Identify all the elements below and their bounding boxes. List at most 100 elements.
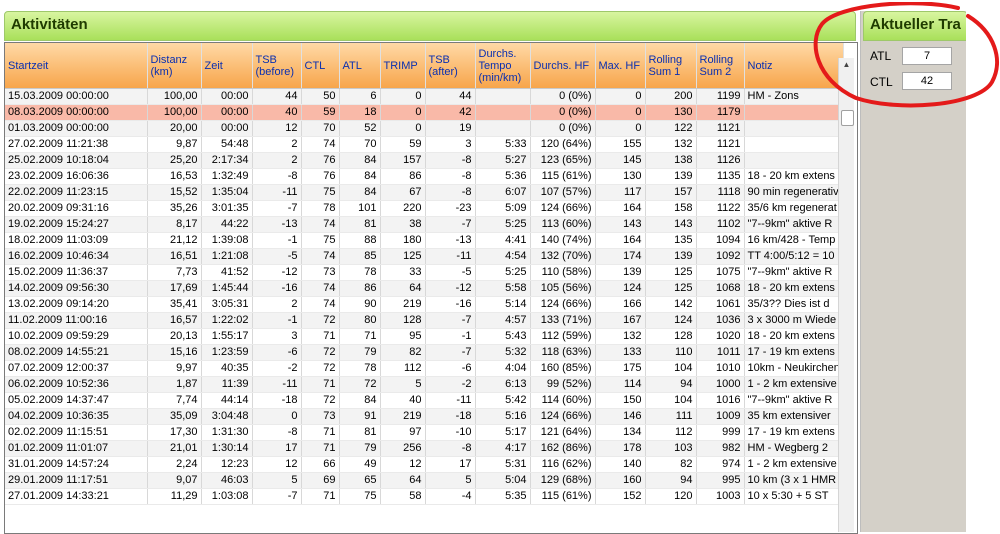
column-header[interactable]: TRIMP xyxy=(380,43,426,89)
table-row[interactable]: 06.02.2009 10:52:36 1,87 11:39 -11 71 72 5 -2 6:… xyxy=(5,376,844,393)
table-cell: 132 xyxy=(645,136,697,153)
table-cell: 69 xyxy=(301,472,340,489)
table-cell: 133 xyxy=(595,344,646,361)
table-cell: 75 xyxy=(301,184,340,201)
column-header[interactable]: TSB (before) xyxy=(252,43,302,89)
column-header[interactable]: Max. HF xyxy=(595,43,646,89)
table-row[interactable]: 11.02.2009 11:00:16 16,57 1:22:02 -1 72 80 128… xyxy=(5,312,844,329)
table-row[interactable]: 25.02.2009 10:18:04 25,20 2:17:34 2 76 84 157-… xyxy=(5,152,844,169)
scroll-up-arrow-icon[interactable]: ▲ xyxy=(839,60,854,74)
table-cell: 995 xyxy=(696,472,745,489)
atl-value-field[interactable]: 7 xyxy=(902,47,952,65)
column-header[interactable]: Notiz xyxy=(744,43,844,89)
table-row[interactable]: 10.02.2009 09:59:29 20,13 1:55:17 3 71 71 95 -1… xyxy=(5,328,844,345)
table-cell: 44 xyxy=(252,88,302,105)
table-cell: 17 - 19 km extens xyxy=(744,344,844,361)
table-row[interactable]: 13.02.2009 09:14:20 35,41 3:05:31 2 74 90 219-… xyxy=(5,296,844,313)
table-row[interactable]: 01.03.2009 00:00:00 20,00 00:00 12 70 52 0 19 0 … xyxy=(5,120,844,137)
table-row[interactable]: 20.02.2009 09:31:16 35,26 3:01:35 -7 78 101 22… xyxy=(5,200,844,217)
table-cell: 90 xyxy=(339,296,381,313)
table-row[interactable]: 19.02.2009 15:24:27 8,17 44:22 -13 74 81 38 -7 5… xyxy=(5,216,844,233)
table-cell: -11 xyxy=(252,184,302,201)
column-header[interactable]: Durchs. Tempo (min/km) xyxy=(475,43,531,89)
table-cell: 1075 xyxy=(696,264,745,281)
table-cell: 73 xyxy=(301,408,340,425)
table-row[interactable]: 22.02.2009 11:23:15 15,52 1:35:04 -11 75 84 67… xyxy=(5,184,844,201)
column-header[interactable]: Distanz (km) xyxy=(147,43,202,89)
table-cell: 143 xyxy=(645,216,697,233)
table-cell: 81 xyxy=(339,216,381,233)
table-row[interactable]: 07.02.2009 12:00:37 9,97 40:35 -2 72 78 112 -6 4… xyxy=(5,360,844,377)
table-cell: 140 xyxy=(595,456,646,473)
table-cell: 124 xyxy=(595,280,646,297)
table-cell: 17,30 xyxy=(147,424,202,441)
column-header[interactable]: Durchs. HF xyxy=(530,43,596,89)
table-row[interactable]: 08.03.2009 00:00:00 100,00 00:00 40 59 18 0 42 0… xyxy=(5,104,844,121)
column-header[interactable]: Rolling Sum 1 xyxy=(645,43,697,89)
table-cell: 20,13 xyxy=(147,328,202,345)
table-cell: "7--9km" aktive R xyxy=(744,392,844,409)
column-header[interactable]: TSB (after) xyxy=(425,43,476,89)
table-cell: 72 xyxy=(339,376,381,393)
table-cell: 6:07 xyxy=(475,184,531,201)
scroll-thumb[interactable] xyxy=(841,110,854,126)
table-row[interactable]: 08.02.2009 14:55:21 15,16 1:23:59 -6 72 79 82-… xyxy=(5,344,844,361)
table-row[interactable]: 14.02.2009 09:56:30 17,69 1:45:44 -16 74 86 64… xyxy=(5,280,844,297)
table-cell: 21,01 xyxy=(147,440,202,457)
table-row[interactable]: 16.02.2009 10:46:34 16,51 1:21:08 -5 74 85 125… xyxy=(5,248,844,265)
table-cell: 1 - 2 km extensive xyxy=(744,456,844,473)
vertical-scrollbar[interactable]: ▲ xyxy=(838,58,854,532)
table-row[interactable]: 18.02.2009 11:03:09 21,12 1:39:08 -1 75 88 180… xyxy=(5,232,844,249)
table-cell: 7,73 xyxy=(147,264,202,281)
table-cell: 132 xyxy=(595,328,646,345)
table-cell: "7--9km" aktive R xyxy=(744,216,844,233)
table-cell: 35,09 xyxy=(147,408,202,425)
table-cell: -1 xyxy=(425,328,476,345)
table-cell: -18 xyxy=(425,408,476,425)
table-cell: 145 xyxy=(595,152,646,169)
column-header[interactable]: ATL xyxy=(339,43,381,89)
table-cell: 5:04 xyxy=(475,472,531,489)
table-cell: 152 xyxy=(595,488,646,505)
table-cell: 50 xyxy=(301,88,340,105)
column-header[interactable]: CTL xyxy=(301,43,340,89)
table-cell: 17 xyxy=(252,440,302,457)
table-cell: 117 xyxy=(595,184,646,201)
table-row[interactable]: 31.01.2009 14:57:24 2,24 12:23 12 66 49 12 17 5:… xyxy=(5,456,844,473)
table-cell: 2 xyxy=(252,152,302,169)
table-cell: -7 xyxy=(252,488,302,505)
table-row[interactable]: 05.02.2009 14:37:47 7,74 44:14 -18 72 84 40 -11… xyxy=(5,392,844,409)
table-cell: 10 x 5:30 + 5 ST xyxy=(744,488,844,505)
table-row[interactable]: 02.02.2009 11:15:51 17,30 1:31:30 -8 71 81 97-… xyxy=(5,424,844,441)
table-cell: 35 km extensiver xyxy=(744,408,844,425)
table-row[interactable]: 01.02.2009 11:01:07 21,01 1:30:14 17 71 79 256… xyxy=(5,440,844,457)
table-cell: 1126 xyxy=(696,152,745,169)
column-header[interactable]: Zeit xyxy=(201,43,253,89)
table-row[interactable]: 27.01.2009 14:33:21 11,29 1:03:08 -7 71 75 58-… xyxy=(5,488,844,505)
table-row[interactable]: 15.02.2009 11:36:37 7,73 41:52 -12 73 78 33 -5 5… xyxy=(5,264,844,281)
table-cell: 12 xyxy=(252,120,302,137)
activities-table: Startzeit Distanz (km) Zeit TSB (before) CTL… xyxy=(5,43,844,505)
table-cell: 1135 xyxy=(696,168,745,185)
table-cell: -7 xyxy=(425,344,476,361)
column-header[interactable]: Startzeit xyxy=(5,43,148,89)
window-edge xyxy=(966,0,1000,532)
ctl-value-field[interactable]: 42 xyxy=(902,72,952,90)
table-cell: 44:14 xyxy=(201,392,253,409)
table-cell: 974 xyxy=(696,456,745,473)
table-row[interactable]: 29.01.2009 11:17:51 9,07 46:03 5 69 65 64 5 5:04… xyxy=(5,472,844,489)
table-row[interactable]: 27.02.2009 11:21:38 9,87 54:48 2 74 70 59 3 5:33… xyxy=(5,136,844,153)
table-cell: 999 xyxy=(696,424,745,441)
table-row[interactable]: 23.02.2009 16:06:36 16,53 1:32:49 -8 76 84 86-… xyxy=(5,168,844,185)
table-cell: 33 xyxy=(380,264,426,281)
table-cell: 3:01:35 xyxy=(201,200,253,217)
table-cell: 16.02.2009 10:46:34 xyxy=(5,248,148,265)
table-cell: 113 (60%) xyxy=(530,216,596,233)
table-row[interactable]: 04.02.2009 10:36:35 35,09 3:04:48 0 73 91 219-… xyxy=(5,408,844,425)
table-cell: 12 xyxy=(252,456,302,473)
table-cell: 78 xyxy=(339,360,381,377)
column-header[interactable]: Rolling Sum 2 xyxy=(696,43,745,89)
activities-grid[interactable]: Startzeit Distanz (km) Zeit TSB (before) CTL… xyxy=(4,42,858,534)
table-cell: 23.02.2009 16:06:36 xyxy=(5,168,148,185)
table-row[interactable]: 15.03.2009 00:00:00 100,00 00:00 44 50 6 0 44 0 … xyxy=(5,88,844,105)
